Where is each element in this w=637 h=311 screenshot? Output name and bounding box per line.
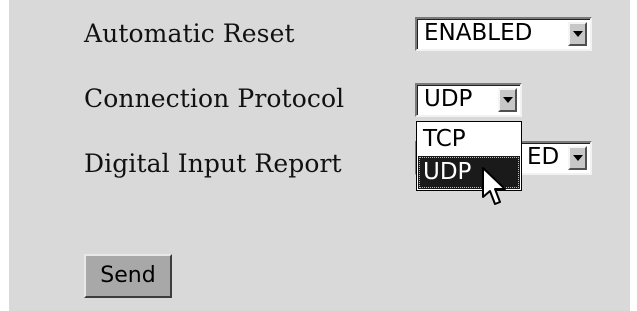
automatic-reset-dropdown-button[interactable]	[568, 22, 587, 46]
option-tcp[interactable]: TCP	[418, 123, 520, 156]
digital-input-report-label: Digital Input Report	[84, 149, 342, 178]
connection-protocol-select[interactable]: UDP	[415, 83, 522, 117]
connection-protocol-dropdown-button[interactable]	[498, 88, 517, 112]
automatic-reset-label: Automatic Reset	[84, 19, 295, 48]
connection-protocol-value: UDP	[424, 86, 473, 112]
chevron-down-icon	[503, 97, 513, 103]
mouse-pointer-icon	[482, 167, 506, 205]
chevron-down-icon	[573, 31, 583, 37]
digital-input-report-value: ED	[527, 144, 560, 170]
automatic-reset-select[interactable]: ENABLED	[415, 17, 592, 51]
connection-protocol-label: Connection Protocol	[84, 84, 345, 113]
send-button[interactable]: Send	[84, 254, 172, 298]
digital-input-report-dropdown-button[interactable]	[568, 146, 587, 170]
automatic-reset-value: ENABLED	[424, 20, 533, 46]
chevron-down-icon	[573, 155, 583, 161]
